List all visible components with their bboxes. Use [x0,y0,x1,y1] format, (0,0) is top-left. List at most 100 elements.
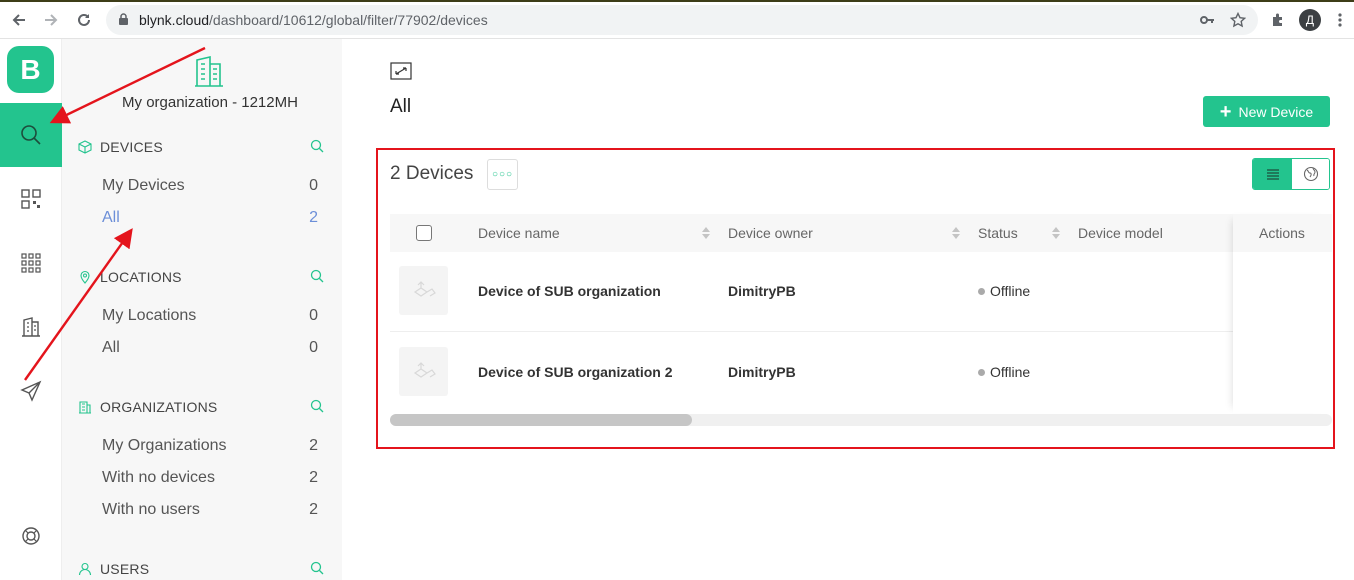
status-text: Offline [990,283,1031,299]
filter-my-devices[interactable]: My Devices 0 [102,175,318,197]
device-status: Offline [978,283,1030,299]
browser-toolbar: blynk.cloud/dashboard/10612/global/filte… [0,0,1354,39]
view-toggle [1252,158,1330,190]
filter-with-no-devices[interactable]: With no devices 2 [102,467,318,489]
new-device-button[interactable]: + New Device [1203,96,1330,127]
sort-icon[interactable] [702,226,710,244]
column-device-owner[interactable]: Device owner [728,225,813,241]
grid-icon [21,253,41,273]
filter-all-locations[interactable]: All 0 [102,337,318,359]
section-devices: DEVICES [78,137,326,157]
rail-help[interactable] [0,504,62,568]
filter-count: 2 [309,469,318,486]
map-view-button[interactable] [1292,159,1329,189]
rail-organizations[interactable] [0,295,62,359]
filter-label: All [102,339,120,356]
column-status[interactable]: Status [978,225,1018,241]
star-icon[interactable] [1229,11,1247,33]
filter-count: 2 [309,209,318,226]
url-text: blynk.cloud/dashboard/10612/global/filte… [139,12,488,28]
lock-icon [118,13,129,31]
scrollbar-thumb[interactable] [390,414,692,426]
device-owner: DimitryPB [728,283,796,299]
filter-my-locations[interactable]: My Locations 0 [102,305,318,327]
filter-count: 2 [309,501,318,518]
sort-icon[interactable] [952,226,960,244]
help-icon [22,527,40,545]
device-status: Offline [978,364,1030,380]
organization-name[interactable]: My organization - 1212MH [62,94,358,111]
filter-all-devices[interactable]: All 2 [102,207,318,229]
rail-apps[interactable] [0,231,62,295]
device-name[interactable]: Device of SUB organization [478,283,661,299]
list-icon [1266,169,1279,180]
address-bar[interactable]: blynk.cloud/dashboard/10612/global/filte… [106,5,1258,35]
rail-messages[interactable] [0,359,62,423]
search-icon [21,125,41,145]
device-thumbnail [399,266,448,315]
column-device-model[interactable]: Device model [1078,225,1163,241]
icon-rail: B [0,39,62,580]
page-title: All [390,96,412,117]
filter-count: 2 [309,437,318,454]
table-row[interactable]: Device of SUB organization DimitryPB Off… [390,252,1233,332]
back-arrow-icon [12,14,25,26]
reload-button[interactable] [73,9,95,31]
filter-count: 0 [309,177,318,194]
window-top-border [0,0,1354,2]
column-device-name[interactable]: Device name [478,225,560,241]
device-placeholder-icon [413,280,436,297]
forward-button[interactable] [40,9,62,31]
device-placeholder-icon [413,361,436,378]
search-icon[interactable] [310,561,324,580]
actions-label: Actions [1259,225,1305,241]
filter-label: All [102,209,120,226]
device-count: 2 Devices [390,163,474,184]
filter-with-no-users[interactable]: With no users 2 [102,499,318,521]
more-options-button[interactable]: ○○○ [487,159,518,190]
globe-icon [1303,166,1319,182]
filter-label: My Organizations [102,437,227,454]
rail-qr[interactable] [0,167,62,231]
filter-count: 0 [309,339,318,356]
section-label: USERS [100,561,150,577]
filter-label: My Devices [102,177,185,194]
search-icon[interactable] [310,399,324,418]
key-icon[interactable] [1199,12,1215,33]
browser-menu-icon[interactable] [1329,9,1351,31]
blynk-logo[interactable]: B [7,46,54,93]
forward-arrow-icon [45,14,58,26]
section-locations: LOCATIONS [78,267,326,287]
device-name[interactable]: Device of SUB organization 2 [478,364,672,380]
expand-icon[interactable] [390,62,412,85]
list-view-button[interactable] [1253,159,1292,189]
table-row[interactable]: Device of SUB organization 2 DimitryPB O… [390,333,1233,413]
filter-label: My Locations [102,307,197,324]
actions-column: Actions [1233,214,1332,413]
back-button[interactable] [8,9,30,31]
status-dot [978,287,985,295]
status-dot [978,368,985,376]
cube-icon [78,140,92,154]
extensions-icon[interactable] [1267,9,1289,31]
reload-icon [78,13,90,26]
device-thumbnail [399,347,448,396]
section-organizations: ORGANIZATIONS [78,397,326,417]
table-header: Device name Device owner Status Device m… [390,214,1332,252]
search-icon[interactable] [310,139,324,158]
ellipsis-icon: ○○○ [491,169,514,180]
horizontal-scrollbar[interactable] [390,414,1332,426]
rail-search[interactable] [0,103,62,167]
user-icon [78,562,92,576]
filter-label: With no devices [102,469,215,486]
device-owner: DimitryPB [728,364,796,380]
filter-my-organizations[interactable]: My Organizations 2 [102,435,318,457]
select-all-checkbox[interactable] [416,225,432,241]
organization-building-icon [193,55,225,92]
section-label: DEVICES [100,139,163,155]
filter-sidebar: My organization - 1212MH DEVICES My Devi… [62,39,342,580]
search-icon[interactable] [310,269,324,288]
filter-count: 0 [309,307,318,324]
profile-avatar[interactable]: Д [1299,9,1321,31]
sort-icon[interactable] [1052,226,1060,244]
